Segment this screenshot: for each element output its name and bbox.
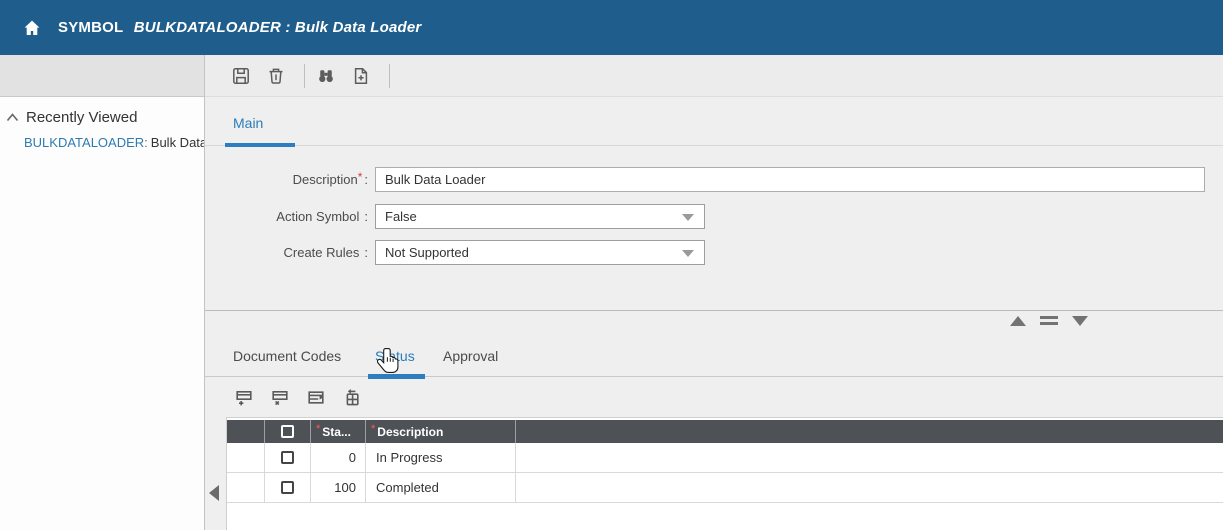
collapse-down-icon[interactable] [1072, 316, 1088, 326]
status-cell[interactable]: 0 [311, 450, 365, 465]
action-symbol-value: False [385, 209, 417, 224]
collapse-panel-left-icon[interactable] [209, 485, 219, 501]
row-checkbox[interactable] [265, 443, 311, 472]
detail-tabstrip: Document Codes Status Approval [205, 340, 1223, 377]
status-grid: * Sta... * Description 0 In Progress [226, 417, 1223, 530]
record-toolbar [205, 55, 1223, 97]
save-icon[interactable] [232, 67, 250, 85]
fill-down-icon[interactable] [343, 388, 362, 407]
row-indicator-cell [227, 443, 265, 472]
page-title: SYMBOL BULKDATALOADER : Bulk Data Loader [58, 19, 421, 36]
create-rules-label: Create Rules: [205, 245, 368, 260]
recent-item-label: Bulk Data Loader [151, 135, 204, 150]
checkbox-icon [281, 451, 294, 464]
description-label: Description*: [205, 172, 368, 187]
tab-main[interactable]: Main [233, 115, 263, 131]
form-row-create-rules: Create Rules: Not Supported [205, 240, 705, 265]
tab-document-codes[interactable]: Document Codes [233, 348, 341, 364]
description-cell[interactable]: In Progress [366, 450, 442, 465]
main-content-panel: Main Description*: Action Symbol: False … [205, 55, 1223, 530]
collapse-up-icon[interactable] [1010, 316, 1026, 326]
tab-main-active-indicator [225, 143, 295, 147]
description-cell[interactable]: Completed [366, 480, 439, 495]
pane-splitter-line [205, 310, 1223, 311]
row-checkbox[interactable] [265, 473, 311, 502]
recently-viewed-item[interactable]: BULKDATALOADER:Bulk Data Loader [24, 135, 204, 150]
left-sidebar: Recently Viewed BULKDATALOADER:Bulk Data… [0, 55, 205, 530]
table-row[interactable]: 0 In Progress [227, 443, 1223, 473]
table-row[interactable]: 100 Completed [227, 473, 1223, 503]
row-indicator-header [227, 420, 265, 443]
filler-cell [516, 473, 1223, 502]
splitter-controls [1010, 313, 1088, 328]
find-icon[interactable] [317, 67, 335, 85]
required-marker: * [371, 423, 375, 435]
description-input[interactable] [375, 167, 1205, 192]
row-indicator-cell [227, 473, 265, 502]
create-rules-value: Not Supported [385, 245, 469, 260]
select-all-checkbox[interactable] [265, 420, 311, 443]
grid-toolbar [205, 378, 1223, 417]
page-title-symbol: SYMBOL [58, 19, 123, 36]
chevron-down-icon [682, 214, 694, 221]
tab-status[interactable]: Status [375, 348, 415, 364]
top-header-bar: SYMBOL BULKDATALOADER : Bulk Data Loader [0, 0, 1223, 55]
recently-viewed-section[interactable]: Recently Viewed [6, 109, 204, 126]
form-row-action-symbol: Action Symbol: False [205, 204, 705, 229]
recent-item-code: BULKDATALOADER: [24, 135, 148, 150]
delete-icon[interactable] [267, 67, 285, 85]
action-symbol-label: Action Symbol: [205, 209, 368, 224]
recently-viewed-label: Recently Viewed [26, 109, 137, 126]
required-marker: * [316, 423, 320, 435]
insert-row-icon[interactable] [307, 388, 326, 407]
home-icon[interactable] [19, 15, 45, 41]
action-symbol-dropdown[interactable]: False [375, 204, 705, 229]
column-header-filler [516, 420, 1223, 443]
column-header-status[interactable]: * Sta... [311, 420, 366, 443]
main-tabstrip: Main [205, 110, 1223, 146]
page-title-name: BULKDATALOADER : Bulk Data Loader [134, 19, 422, 36]
create-rules-dropdown[interactable]: Not Supported [375, 240, 705, 265]
filler-cell [516, 443, 1223, 472]
remove-row-icon[interactable] [271, 388, 290, 407]
checkbox-icon [281, 481, 294, 494]
sidebar-toolbar-strip [0, 55, 204, 97]
toolbar-separator [389, 64, 390, 88]
chevron-down-icon [682, 250, 694, 257]
form-row-description: Description*: [205, 167, 1205, 192]
column-header-description[interactable]: * Description [366, 420, 516, 443]
new-document-icon[interactable] [352, 67, 370, 85]
tab-approval[interactable]: Approval [443, 348, 498, 364]
chevron-up-icon [6, 113, 19, 122]
required-marker: * [358, 170, 363, 184]
checkbox-icon [281, 425, 294, 438]
status-cell[interactable]: 100 [311, 480, 365, 495]
grid-header-row: * Sta... * Description [227, 420, 1223, 443]
splitter-drag-handle-icon[interactable] [1040, 313, 1058, 328]
add-row-icon[interactable] [235, 388, 254, 407]
application-window: SYMBOL BULKDATALOADER : Bulk Data Loader… [0, 0, 1223, 530]
toolbar-separator [304, 64, 305, 88]
